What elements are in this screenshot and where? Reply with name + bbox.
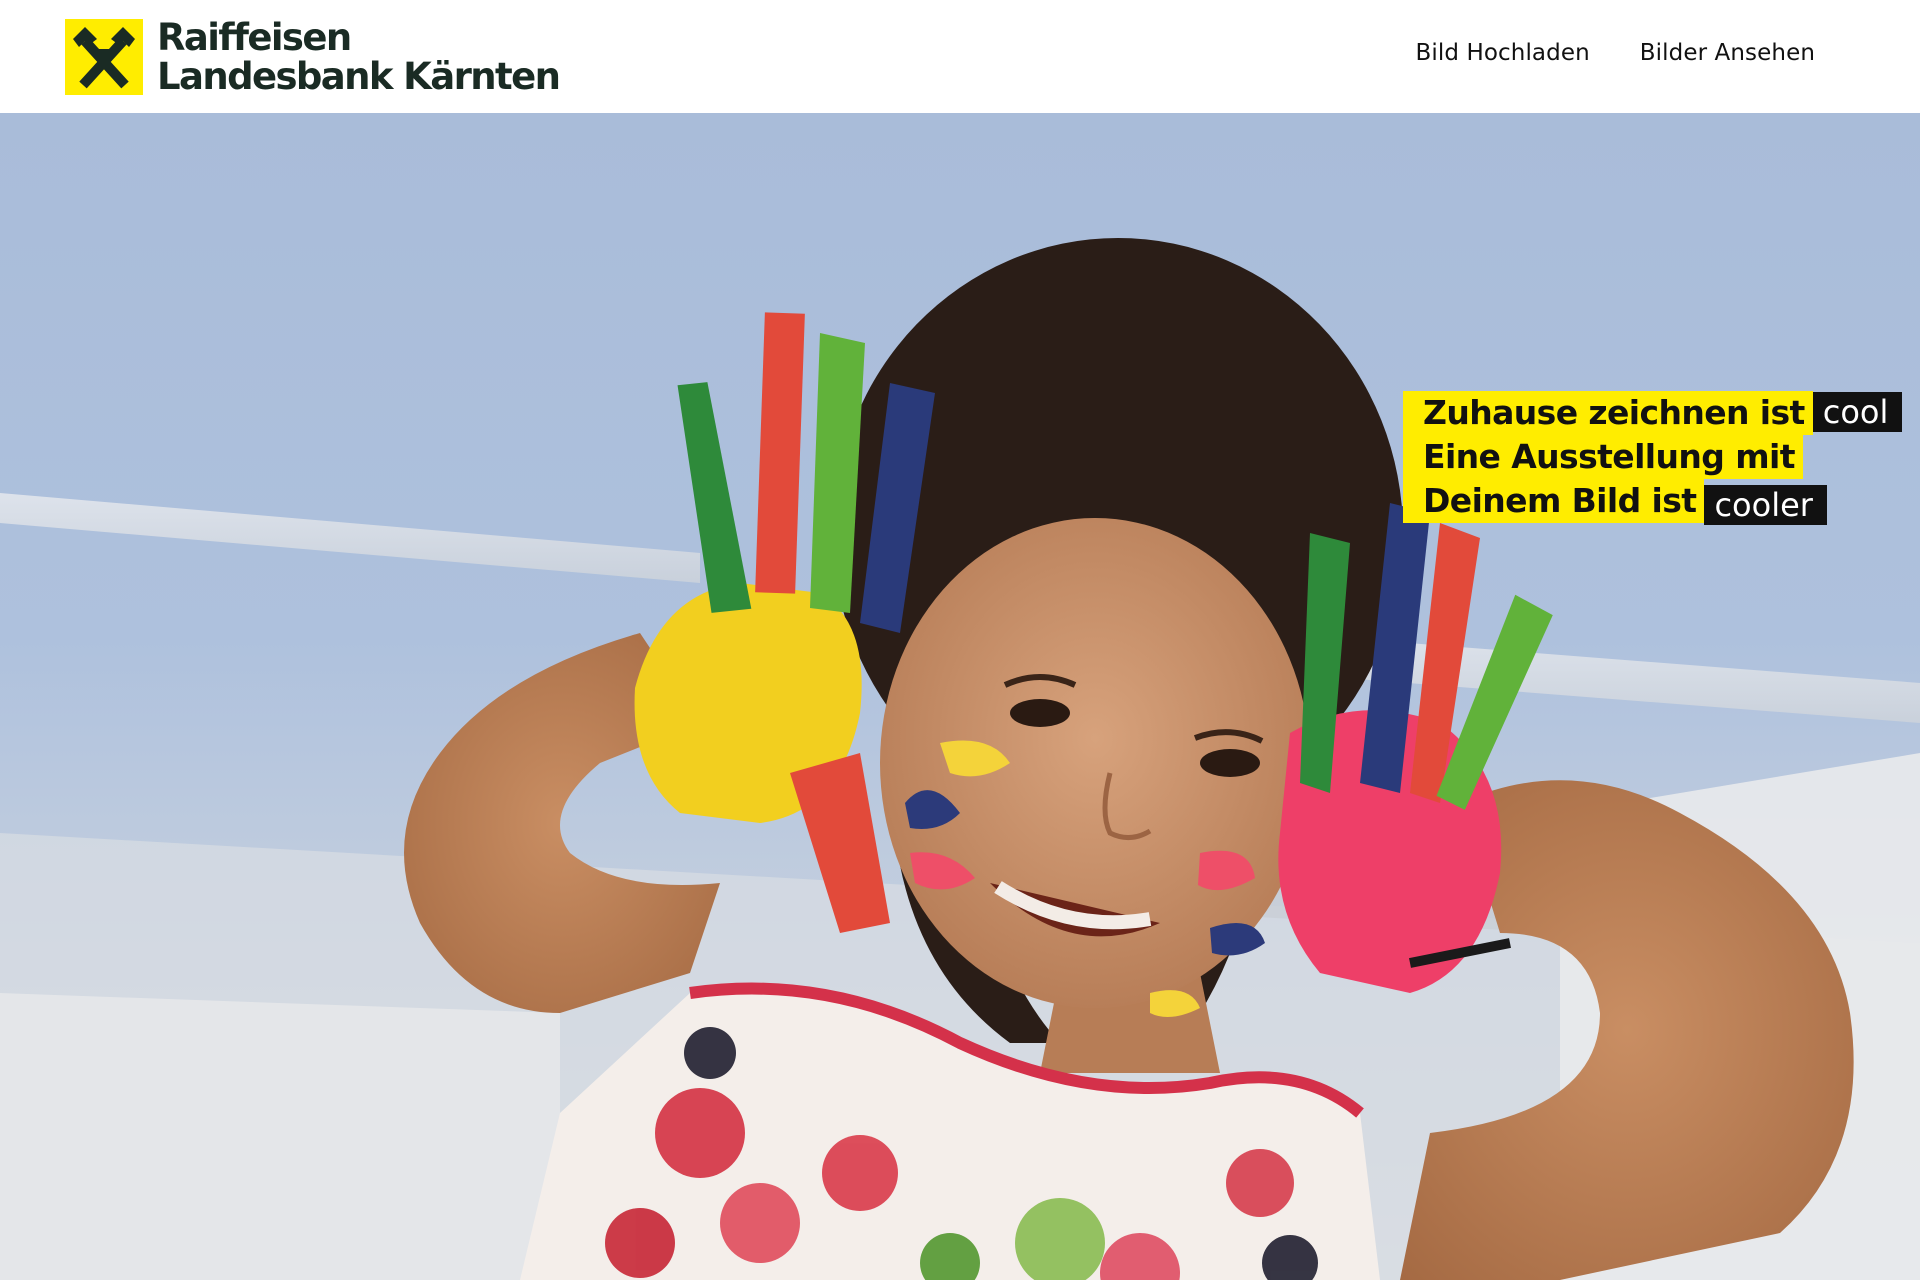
headline-line-3-text: Deinem Bild ist: [1403, 479, 1705, 523]
hero-banner: Zuhause zeichnen ist cool Eine Ausstellu…: [0, 113, 1920, 1280]
brand-logo[interactable]: Raiffeisen Landesbank Kärnten: [65, 16, 561, 98]
brand-line-1: Raiffeisen: [157, 16, 352, 59]
headline-line-2-text: Eine Ausstellung mit: [1403, 435, 1803, 479]
headline-line-2: Eine Ausstellung mit: [1403, 435, 1902, 479]
nav-link-upload[interactable]: Bild Hochladen: [1415, 40, 1589, 66]
headline-line-1: Zuhause zeichnen ist cool: [1403, 391, 1903, 435]
raiffeisen-gable-cross-icon: [65, 19, 143, 95]
headline-badge-cool: cool: [1812, 392, 1903, 432]
nav-link-gallery[interactable]: Bilder Ansehen: [1640, 40, 1815, 66]
brand-wordmark: Raiffeisen Landesbank Kärnten: [157, 16, 561, 98]
hero-photo: [0, 238, 1920, 1280]
headline-badge-cooler: cooler: [1704, 485, 1827, 525]
hero-headline: Zuhause zeichnen ist cool Eine Ausstellu…: [1403, 391, 1903, 525]
main-nav: Bild Hochladen Bilder Ansehen: [1365, 40, 1815, 66]
headline-line-3: Deinem Bild ist cooler: [1403, 479, 1902, 525]
site-header: Raiffeisen Landesbank Kärnten Bild Hochl…: [0, 0, 1920, 113]
headline-line-1-text: Zuhause zeichnen ist: [1403, 391, 1813, 435]
brand-line-2: Landesbank Kärnten: [157, 55, 561, 98]
